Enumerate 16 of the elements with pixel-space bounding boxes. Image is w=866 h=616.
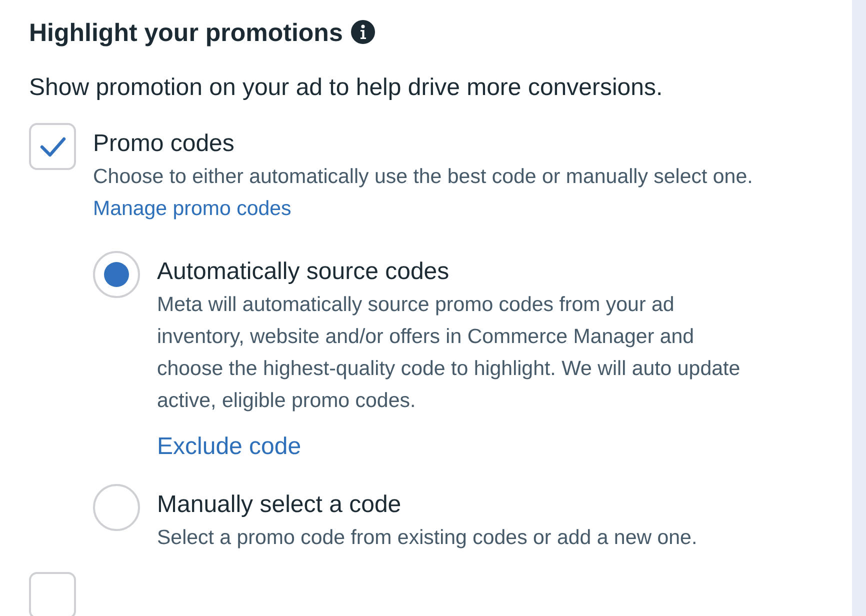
radio-button[interactable]: [93, 484, 140, 531]
choice-description: Select a promo code from existing codes or add a new one.: [157, 525, 698, 551]
section-description: Show promotion on your ad to help drive more conversions.: [29, 73, 664, 103]
checkbox-label: Promo codes: [93, 129, 234, 159]
info-icon[interactable]: [350, 20, 375, 44]
radio-button[interactable]: [93, 251, 140, 298]
checkmark-icon: [40, 136, 66, 158]
checkbox[interactable]: [29, 572, 76, 616]
checkbox[interactable]: [29, 123, 76, 170]
choice-description: Meta will automatically source promo codes from your ad inventory, website and/or offers in Commerce Manager and choose the highest-quality code to highlight. We will auto update active, eligible promo codes.: [157, 292, 742, 414]
manage-link[interactable]: Manage promo codes: [93, 197, 292, 220]
option-description: Choose to either automatically use the best code or manually select one. Manage promo codes: [93, 164, 753, 222]
section-title: Highlight your promotions: [29, 18, 343, 49]
radio-label: Automatically source codes: [157, 257, 450, 287]
exclude-link[interactable]: Exclude code: [157, 430, 302, 464]
radio-label: Manually select a code: [157, 490, 402, 520]
